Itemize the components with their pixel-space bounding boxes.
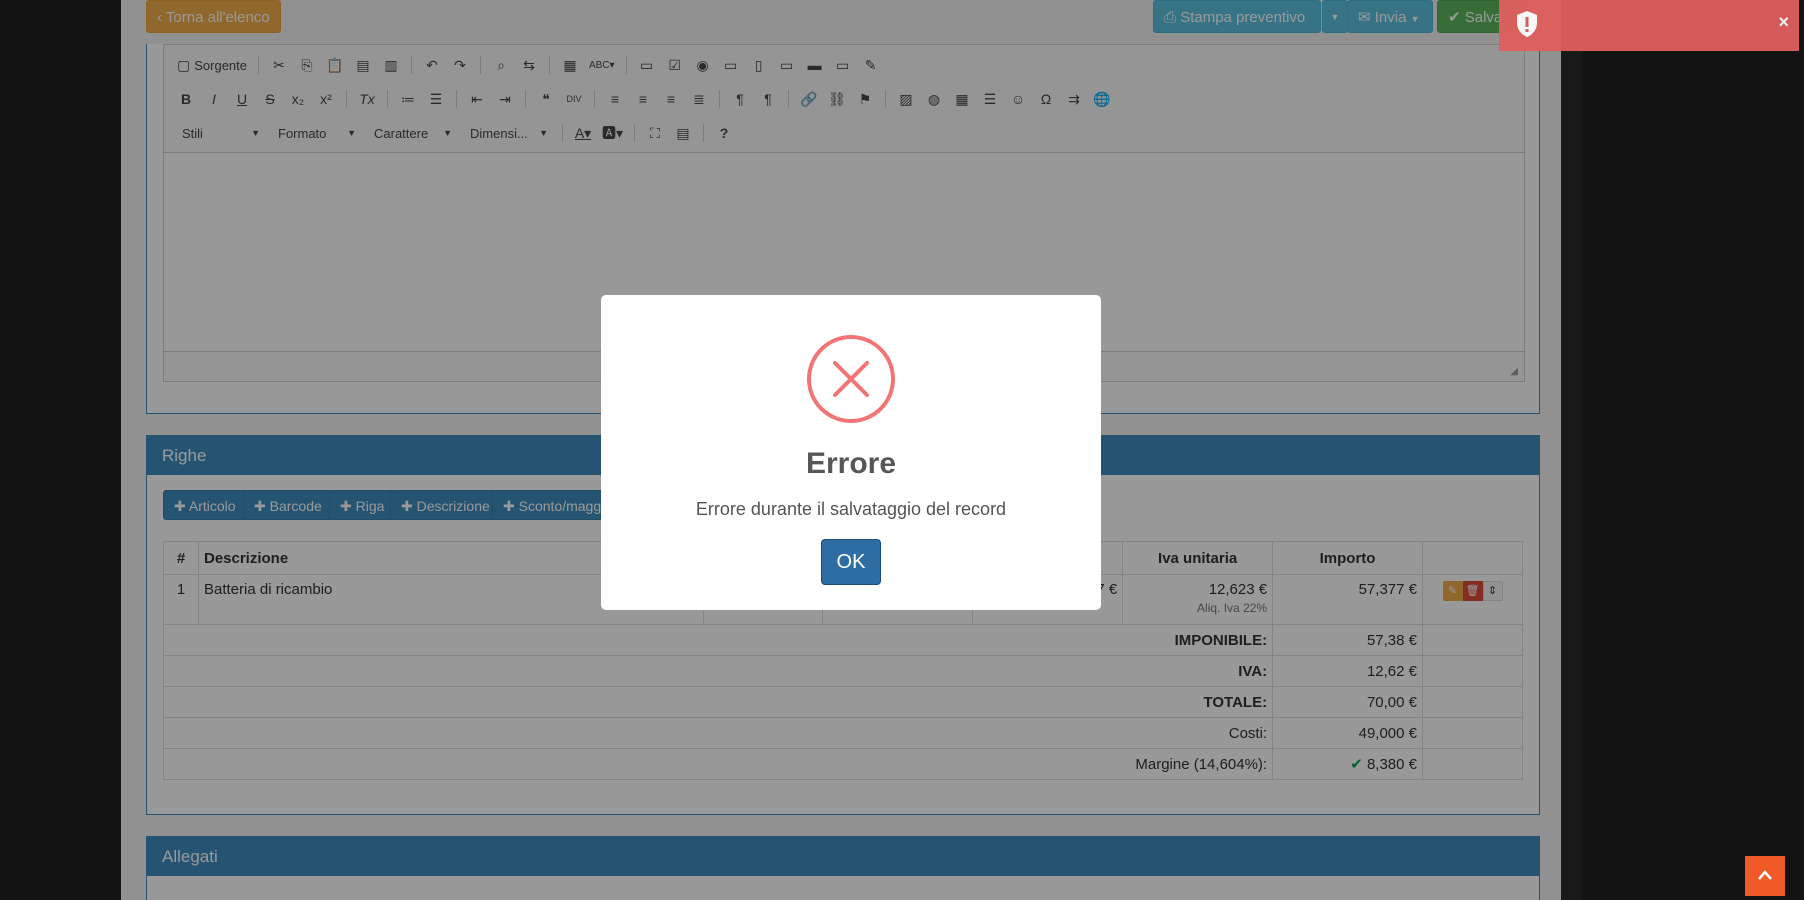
- error-dialog: Errore Errore durante il salvataggio del…: [601, 295, 1101, 610]
- ok-button[interactable]: OK: [821, 539, 881, 585]
- dialog-title: Errore: [805, 447, 897, 480]
- dialog-message: Errore durante il salvataggio del record: [695, 499, 1007, 519]
- shield-alert-icon: [1515, 10, 1539, 42]
- close-icon[interactable]: ×: [1778, 12, 1789, 33]
- back-to-top-button[interactable]: [1745, 856, 1785, 896]
- error-x-icon: [807, 335, 895, 423]
- error-toast: ×: [1499, 0, 1799, 51]
- chevron-up-icon: [1757, 868, 1773, 885]
